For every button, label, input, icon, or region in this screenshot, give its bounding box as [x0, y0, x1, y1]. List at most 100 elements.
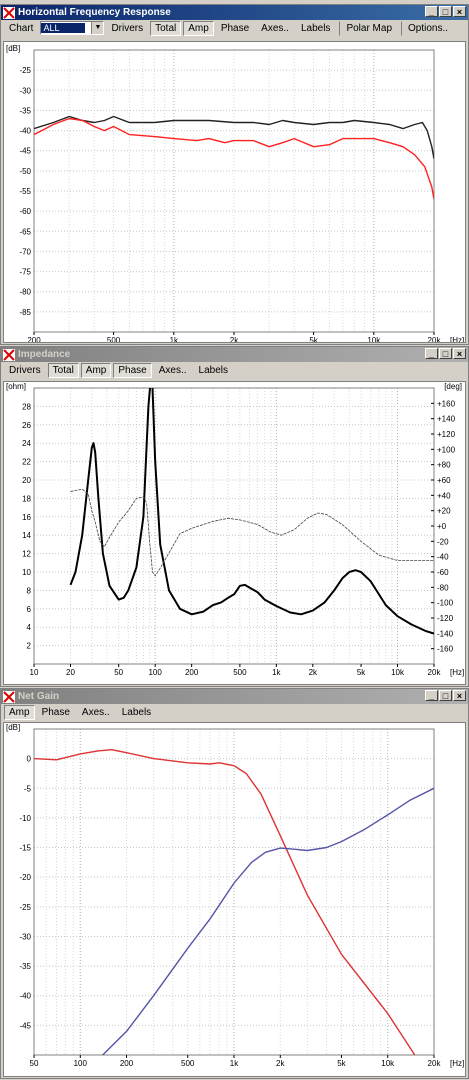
- gain-toolbar: Amp Phase Axes.. Labels: [1, 704, 468, 720]
- close-button[interactable]: ×: [453, 690, 466, 701]
- y-tick-label: 12: [22, 550, 31, 559]
- y-tick-label: -60: [19, 207, 31, 216]
- close-button[interactable]: ×: [453, 6, 466, 17]
- x-axis-label: [Hz]: [450, 1059, 464, 1068]
- plot-frame: [33, 387, 435, 665]
- x-tick-label: 1k: [170, 336, 179, 342]
- x-tick-label: 50: [114, 668, 123, 677]
- y-tick-label: -35: [19, 106, 31, 115]
- y-axis-label: [ohm]: [6, 382, 26, 391]
- x-tick-label: 100: [74, 1059, 88, 1068]
- polar-map-button[interactable]: Polar Map: [339, 20, 397, 36]
- x-tick-label: 500: [233, 668, 247, 677]
- drivers-button[interactable]: Drivers: [4, 363, 46, 378]
- total-button[interactable]: Total: [150, 20, 182, 36]
- phase-button[interactable]: Phase: [216, 21, 254, 36]
- y2-tick-label: +20: [437, 507, 451, 516]
- labels-button[interactable]: Labels: [296, 21, 335, 36]
- y-tick-label: -80: [19, 288, 31, 297]
- impedance-chart[interactable]: 2 4 6 8 10 12 14 16 18 20 22 24 26 28 +160 +140 +120 +100…: [3, 381, 466, 685]
- x-tick-label: 2k: [276, 1059, 285, 1068]
- y2-tick-label: -140: [437, 629, 454, 638]
- impedance-titlebar[interactable]: Impedance _ □ ×: [1, 347, 468, 362]
- app-icon: [3, 6, 15, 19]
- freq-toolbar: Chart ALL ▼ Drivers Total Amp Phase Axes…: [1, 20, 468, 36]
- freq-chart[interactable]: -25 -30 -35 -40 -45 -50 -55 -60 -65 -70 -75 -80 -85 2…: [3, 41, 466, 343]
- y-tick-label: 28: [22, 402, 31, 411]
- y-tick-label: -65: [19, 227, 31, 236]
- y-tick-label: -30: [19, 86, 31, 95]
- y-tick-label: 26: [22, 421, 31, 430]
- options-button[interactable]: Options..: [401, 20, 453, 36]
- y2-tick-label: +80: [437, 461, 451, 470]
- gain-chart[interactable]: 0 -5 -10 -15 -20 -25 -30 -35 -40 -45 50 100 200 500 1k…: [3, 722, 466, 1077]
- x-axis-label: [Hz]: [450, 668, 464, 677]
- y-tick-label: 22: [22, 458, 31, 467]
- phase-button[interactable]: Phase: [113, 362, 152, 378]
- x-tick-label: 1k: [272, 668, 281, 677]
- y-tick-label: -85: [19, 308, 31, 317]
- labels-button[interactable]: Labels: [117, 705, 156, 720]
- gain-window: Net Gain _ □ × Amp Phase Axes.. Labels 0…: [0, 688, 469, 1079]
- maximize-button[interactable]: □: [439, 690, 452, 701]
- series-line-1: [70, 488, 434, 577]
- x-tick-label: 2k: [309, 668, 318, 677]
- chart-select-value: ALL: [41, 23, 86, 33]
- y-tick-label: -75: [19, 268, 31, 277]
- x-tick-label: 500: [181, 1059, 195, 1068]
- y2-tick-label: -100: [437, 599, 454, 608]
- y-tick-label: 16: [22, 513, 31, 522]
- series-line-0: [69, 388, 434, 635]
- maximize-button[interactable]: □: [439, 348, 452, 359]
- amp-button[interactable]: Amp: [183, 20, 214, 36]
- minimize-button[interactable]: _: [425, 690, 438, 701]
- chart-select[interactable]: ALL ▼: [40, 21, 105, 35]
- y-tick-label: -25: [19, 903, 31, 912]
- chart-label: Chart: [9, 22, 34, 34]
- x-tick-label: 20k: [428, 336, 442, 342]
- x-tick-label: 5k: [357, 668, 366, 677]
- freq-chart-svg: -25 -30 -35 -40 -45 -50 -55 -60 -65 -70 -75 -80 -85 2…: [6, 44, 464, 342]
- y2-tick-label: +160: [437, 399, 456, 408]
- amp-button[interactable]: Amp: [4, 704, 35, 720]
- phase-button[interactable]: Phase: [37, 705, 75, 720]
- axes-button[interactable]: Axes..: [256, 21, 294, 36]
- y-tick-label: 2: [27, 642, 32, 651]
- maximize-button[interactable]: □: [439, 6, 452, 17]
- y2-tick-label: +40: [437, 491, 451, 500]
- y-axis-label: [dB]: [6, 44, 20, 53]
- close-button[interactable]: ×: [453, 348, 466, 359]
- y2-tick-label: -20: [437, 537, 449, 546]
- labels-button[interactable]: Labels: [194, 363, 233, 378]
- axes-button[interactable]: Axes..: [154, 363, 192, 378]
- gain-titlebar[interactable]: Net Gain _ □ ×: [1, 689, 468, 704]
- x-tick-label: 1k: [230, 1059, 239, 1068]
- app-icon: [3, 690, 15, 703]
- y-tick-label: -25: [19, 66, 31, 75]
- freq-window: Horizontal Frequency Response _ □ × Char…: [0, 4, 469, 345]
- drivers-button[interactable]: Drivers: [106, 21, 148, 36]
- amp-button[interactable]: Amp: [80, 362, 112, 378]
- x-tick-label: 200: [185, 668, 199, 677]
- y2-tick-label: +100: [437, 445, 456, 454]
- x-tick-label: 200: [27, 336, 41, 342]
- series-line-0: [34, 749, 416, 1055]
- impedance-title: Impedance: [18, 349, 71, 360]
- freq-title: Horizontal Frequency Response: [18, 7, 171, 18]
- freq-titlebar[interactable]: Horizontal Frequency Response _ □ ×: [1, 5, 468, 20]
- grid-lines: [33, 50, 435, 332]
- chevron-down-icon[interactable]: ▼: [91, 22, 104, 34]
- y-tick-label: 6: [27, 605, 32, 614]
- total-button[interactable]: Total: [47, 362, 79, 378]
- y-tick-label: -45: [19, 147, 31, 156]
- minimize-button[interactable]: _: [425, 348, 438, 359]
- y-tick-label: 24: [22, 439, 31, 448]
- app-icon: [3, 348, 15, 361]
- impedance-toolbar: Drivers Total Amp Phase Axes.. Labels: [1, 362, 468, 378]
- x-axis-label: [Hz]: [450, 336, 464, 342]
- axes-button[interactable]: Axes..: [77, 705, 115, 720]
- y-tick-label: 0: [27, 755, 32, 764]
- y2-tick-label: +140: [437, 415, 456, 424]
- y2-tick-label: -60: [437, 568, 449, 577]
- minimize-button[interactable]: _: [425, 6, 438, 17]
